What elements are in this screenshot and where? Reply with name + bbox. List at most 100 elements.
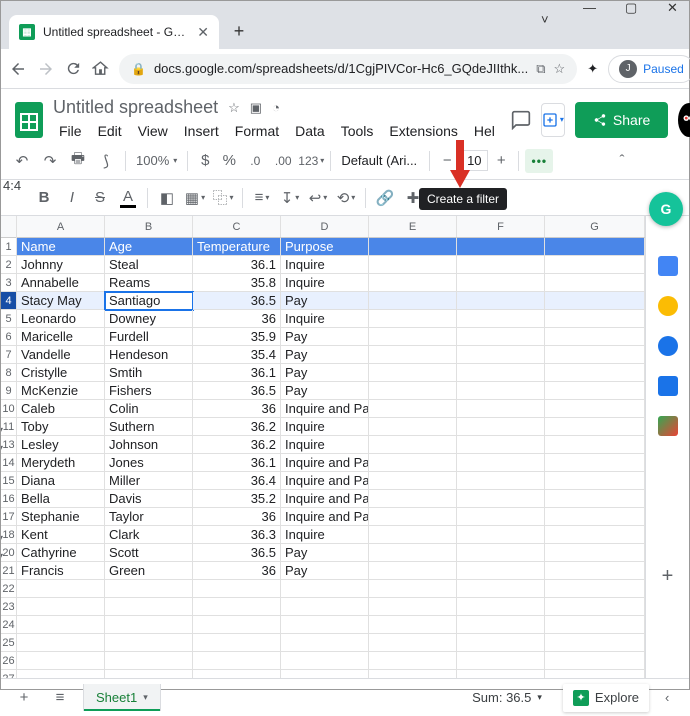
cell[interactable] bbox=[369, 238, 457, 256]
cell[interactable]: Johnny bbox=[17, 256, 105, 274]
text-wrap-button[interactable]: ↩ bbox=[305, 185, 331, 211]
row-header[interactable]: 9 bbox=[1, 382, 16, 400]
window-minimize-icon[interactable]: — bbox=[583, 0, 597, 14]
sheet-tab[interactable]: Sheet1 ▾ bbox=[83, 684, 161, 711]
cell[interactable] bbox=[457, 382, 545, 400]
menu-format[interactable]: Format bbox=[229, 120, 285, 142]
cell[interactable] bbox=[105, 634, 193, 652]
menu-edit[interactable]: Edit bbox=[92, 120, 128, 142]
cloud-status-icon[interactable]: ◔ bbox=[272, 100, 280, 115]
strikethrough-button[interactable]: S bbox=[87, 185, 113, 211]
row-header[interactable]: 11▾ bbox=[1, 418, 16, 436]
cell[interactable]: Annabelle bbox=[17, 274, 105, 292]
row-header[interactable]: 26 bbox=[1, 652, 16, 670]
cell[interactable] bbox=[545, 472, 645, 490]
cell[interactable] bbox=[457, 562, 545, 580]
cell[interactable] bbox=[281, 634, 369, 652]
cell[interactable] bbox=[369, 382, 457, 400]
collapse-toolbar-icon[interactable]: ˆ bbox=[609, 148, 635, 174]
cell[interactable]: 36.3 bbox=[193, 526, 281, 544]
cell[interactable] bbox=[545, 238, 645, 256]
cell[interactable]: 35.4 bbox=[193, 346, 281, 364]
cell[interactable] bbox=[105, 652, 193, 670]
decrease-decimal-button[interactable]: .0 bbox=[242, 148, 268, 174]
new-tab-button[interactable]: + bbox=[225, 17, 253, 45]
cell[interactable]: Pay bbox=[281, 346, 369, 364]
cell[interactable]: Inquire bbox=[281, 418, 369, 436]
cell[interactable]: 36.5 bbox=[193, 292, 281, 310]
star-doc-icon[interactable]: ☆ bbox=[228, 100, 240, 116]
star-icon[interactable]: ☆ bbox=[554, 61, 566, 77]
cell[interactable] bbox=[369, 562, 457, 580]
cell[interactable] bbox=[281, 616, 369, 634]
cell[interactable] bbox=[369, 670, 457, 678]
cell[interactable]: Pay bbox=[281, 382, 369, 400]
row-header[interactable]: 20▾ bbox=[1, 544, 16, 562]
cell[interactable] bbox=[545, 616, 645, 634]
cell[interactable] bbox=[17, 670, 105, 678]
cell[interactable] bbox=[545, 454, 645, 472]
cell[interactable]: Age bbox=[105, 238, 193, 256]
cell[interactable]: 36 bbox=[193, 310, 281, 328]
text-color-button[interactable]: A bbox=[115, 185, 141, 211]
cell[interactable] bbox=[369, 400, 457, 418]
omnibox[interactable]: 🔒 docs.google.com/spreadsheets/d/1CgjPIV… bbox=[119, 54, 577, 84]
redo-button[interactable]: ↷ bbox=[37, 148, 63, 174]
cell[interactable]: 36.5 bbox=[193, 544, 281, 562]
cell[interactable]: Vandelle bbox=[17, 346, 105, 364]
browser-tab[interactable]: ▦ Untitled spreadsheet - Google Sheets ✕ bbox=[9, 15, 219, 49]
cell[interactable]: Miller bbox=[105, 472, 193, 490]
window-close-icon[interactable]: ✕ bbox=[667, 0, 681, 14]
cell[interactable] bbox=[17, 634, 105, 652]
row-header[interactable]: 2 bbox=[1, 256, 16, 274]
menu-insert[interactable]: Insert bbox=[178, 120, 225, 142]
cell[interactable]: Inquire and Pay bbox=[281, 454, 369, 472]
cell[interactable] bbox=[545, 652, 645, 670]
cell[interactable] bbox=[457, 346, 545, 364]
cell[interactable] bbox=[17, 598, 105, 616]
cell[interactable] bbox=[457, 598, 545, 616]
cell[interactable] bbox=[457, 490, 545, 508]
cell[interactable]: Inquire bbox=[281, 256, 369, 274]
cell[interactable]: Purpose bbox=[281, 238, 369, 256]
cell[interactable]: 36.1 bbox=[193, 454, 281, 472]
row-header[interactable]: 18▾ bbox=[1, 526, 16, 544]
cell[interactable] bbox=[369, 490, 457, 508]
cell[interactable] bbox=[457, 310, 545, 328]
cell[interactable] bbox=[545, 292, 645, 310]
cell[interactable]: Temperature bbox=[193, 238, 281, 256]
cell[interactable]: Smtih bbox=[105, 364, 193, 382]
cell[interactable] bbox=[369, 256, 457, 274]
row-header[interactable]: 25 bbox=[1, 634, 16, 652]
cell[interactable]: 36.2 bbox=[193, 436, 281, 454]
borders-button[interactable]: ▦ bbox=[182, 185, 208, 211]
comments-button[interactable] bbox=[511, 105, 531, 135]
cell[interactable] bbox=[17, 616, 105, 634]
cell[interactable] bbox=[545, 670, 645, 678]
cell[interactable] bbox=[457, 652, 545, 670]
cell[interactable] bbox=[193, 616, 281, 634]
cell[interactable]: Davis bbox=[105, 490, 193, 508]
cell[interactable] bbox=[369, 634, 457, 652]
cell[interactable] bbox=[105, 670, 193, 678]
menu-hel[interactable]: Hel bbox=[468, 120, 501, 142]
add-sheet-button[interactable]: + bbox=[11, 685, 37, 711]
row-header[interactable]: 17 bbox=[1, 508, 16, 526]
cell[interactable]: Green bbox=[105, 562, 193, 580]
font-family-dropdown[interactable]: Default (Ari...▾ bbox=[337, 153, 423, 168]
insert-link-button[interactable]: 🔗 bbox=[372, 185, 398, 211]
row-header[interactable]: 5 bbox=[1, 310, 16, 328]
cell[interactable]: Stephanie bbox=[17, 508, 105, 526]
cell[interactable] bbox=[105, 598, 193, 616]
cell[interactable] bbox=[545, 418, 645, 436]
row-header[interactable]: 4 bbox=[1, 292, 16, 310]
font-size-decrease-button[interactable]: − bbox=[436, 148, 458, 174]
cell[interactable] bbox=[457, 418, 545, 436]
cell[interactable]: Bella bbox=[17, 490, 105, 508]
cell[interactable] bbox=[545, 580, 645, 598]
fill-color-button[interactable]: ◧ bbox=[154, 185, 180, 211]
cell[interactable]: 36 bbox=[193, 562, 281, 580]
merge-cells-button[interactable]: ⿻ bbox=[210, 185, 236, 211]
back-button[interactable] bbox=[9, 59, 27, 79]
cell[interactable] bbox=[545, 490, 645, 508]
